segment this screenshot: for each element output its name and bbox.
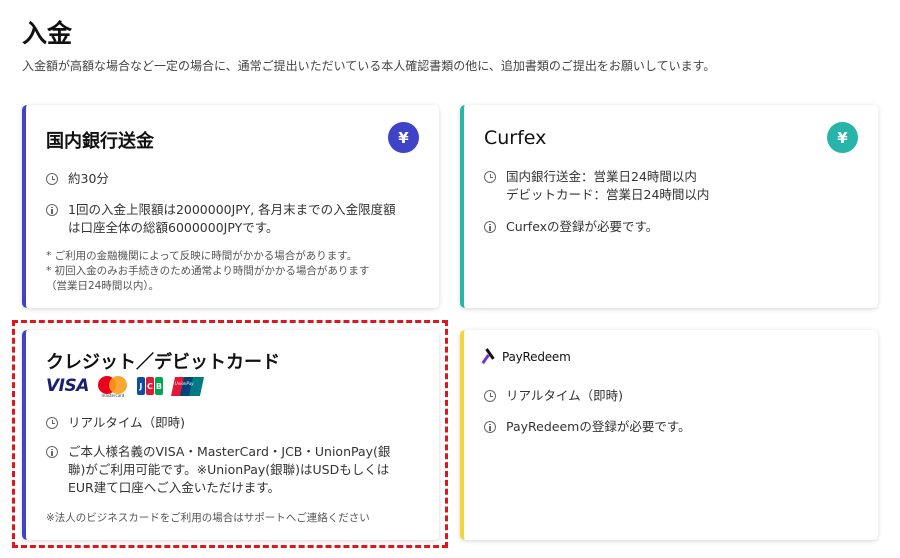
info-icon <box>46 204 58 216</box>
note-line: （営業日24時間以内）。 <box>46 280 160 292</box>
clock-icon <box>46 417 58 429</box>
note-line: ※法人のビジネスカードをご利用の場合はサポートへご連絡ください <box>46 512 370 524</box>
jcb-logo: J C B <box>136 377 164 395</box>
clock-icon <box>484 390 496 402</box>
processing-time: リアルタイム（即時) <box>484 387 623 405</box>
requirement-info: PayRedeemの登録が必要です。 <box>484 418 691 436</box>
info-icon <box>484 421 496 433</box>
mastercard-logo: mastercard <box>97 376 128 398</box>
deposit-method-bank-transfer[interactable]: 国内銀行送金 ¥ 約30分 1回の入金上限額は2000000JPY, 各月末まで… <box>22 105 439 308</box>
info-icon <box>46 446 58 458</box>
yen-icon: ¥ <box>388 122 419 153</box>
card-title: 国内銀行送金 <box>46 131 154 152</box>
deposit-method-credit-card[interactable]: クレジット／デビットカード VISA mastercard J C B Unio… <box>22 330 439 540</box>
visa-logo: VISA <box>46 376 89 396</box>
processing-time: 国内銀行送金：営業日24時間以内 デビットカード：営業日24時間以内 <box>484 168 709 204</box>
clock-icon <box>484 171 496 183</box>
card-brand-logos: VISA mastercard J C B UnionPay <box>46 376 204 398</box>
card-eligibility-info: ご本人様名義のVISA・MasterCard・JCB・UnionPay(銀 聯)… <box>46 443 390 497</box>
payredeem-logo: PayRedeem <box>481 348 571 366</box>
info-icon <box>484 221 496 233</box>
clock-icon <box>46 173 58 185</box>
processing-time: 約30分 <box>46 170 109 188</box>
note-line: * ご利用の金融機関によって反映に時間がかかる場合があります。 <box>46 250 358 262</box>
page-description: 入金額が高額な場合など一定の場合に、通常ご提出いただいている本人確認書類の他に、… <box>22 59 716 73</box>
card-title: クレジット／デビットカード <box>46 352 280 373</box>
yen-icon: ¥ <box>827 122 858 153</box>
note-line: * 初回入金のみお手続きのため通常より時間がかかる場合があります <box>46 265 370 277</box>
payredeem-mark-icon <box>481 348 498 366</box>
page-title: 入金 <box>22 19 73 48</box>
deposit-limit-info: 1回の入金上限額は2000000JPY, 各月末までの入金限度額 は口座全体の総… <box>46 201 396 237</box>
unionpay-logo: UnionPay <box>170 376 204 396</box>
processing-time: リアルタイム（即時) <box>46 414 185 432</box>
card-title: Curfex <box>484 127 547 149</box>
deposit-method-payredeem[interactable]: PayRedeem リアルタイム（即時) PayRedeemの登録が必要です。 <box>460 330 878 540</box>
deposit-method-curfex[interactable]: Curfex ¥ 国内銀行送金：営業日24時間以内 デビットカード：営業日24時… <box>460 105 878 308</box>
requirement-info: Curfexの登録が必要です。 <box>484 218 658 236</box>
